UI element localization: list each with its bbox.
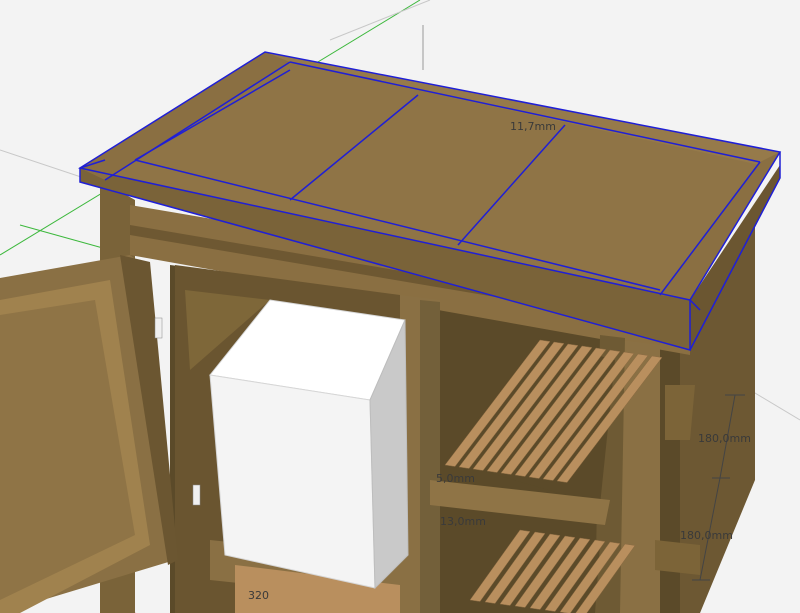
- dimension-top-thickness: 11,7mm: [510, 120, 556, 133]
- guide-line: [329, 0, 431, 41]
- white-box-appliance[interactable]: [209, 299, 409, 590]
- dimension-shelf-spacing-lower: 180,0mm: [680, 529, 733, 542]
- right-rail-lower: [655, 540, 700, 575]
- lower-hinge-icon: [192, 484, 201, 506]
- modeling-viewport[interactable]: 11,7mm 180,0mm 180,0mm 5,0mm 13,0mm 320: [0, 0, 800, 613]
- upper-hinge-icon: [154, 317, 163, 339]
- dimension-partial-b: 13,0mm: [440, 515, 486, 528]
- box-front-face: [209, 374, 376, 589]
- dimension-shelf-spacing-upper: 180,0mm: [698, 432, 751, 445]
- dimension-partial-a: 5,0mm: [436, 472, 475, 485]
- right-rail: [665, 385, 695, 440]
- green-axis-line: [19, 224, 111, 251]
- dimension-partial-c: 320: [248, 589, 269, 602]
- cabinet-3d-model[interactable]: [0, 0, 800, 613]
- middle-post-side: [420, 300, 440, 613]
